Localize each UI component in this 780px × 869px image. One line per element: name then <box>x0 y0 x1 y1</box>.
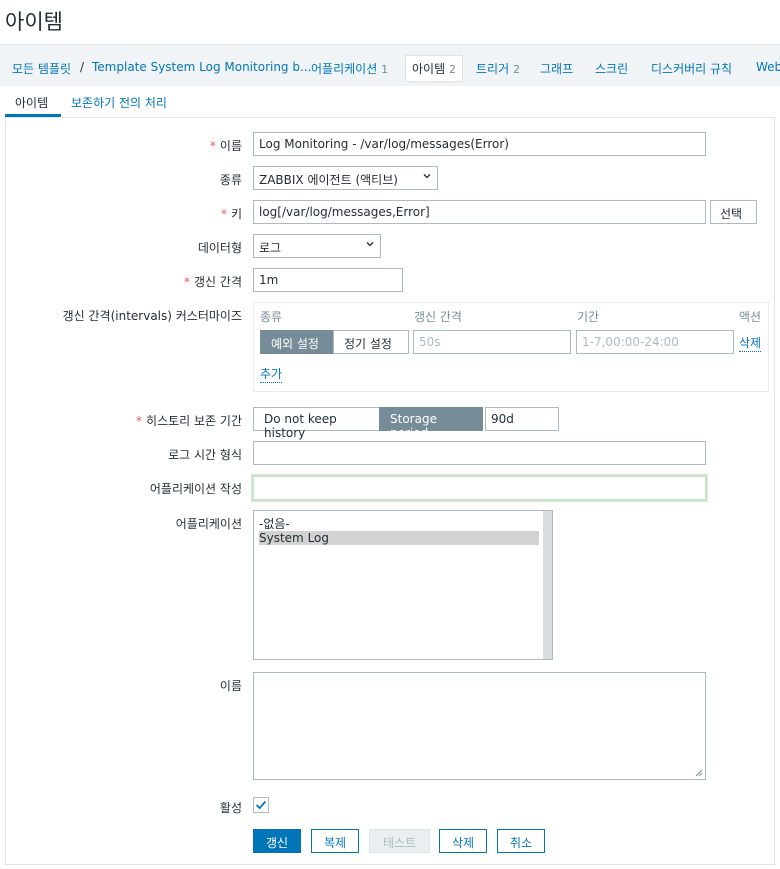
update-interval-input[interactable]: 1m <box>253 268 403 292</box>
type-select[interactable]: ZABBIX 에이전트 (액티브) <box>253 166 438 190</box>
interval-add-link[interactable]: 추가 <box>260 365 283 383</box>
breadcrumb-template[interactable]: Template System Log Monitoring b... <box>92 60 311 74</box>
chevron-down-icon <box>366 242 374 247</box>
key-select-button[interactable]: 선택 <box>710 200 757 224</box>
col-period-header: 기간 <box>577 310 600 324</box>
history-do-not-keep-toggle[interactable]: Do not keep history <box>253 407 380 440</box>
new-application-label: 어플리케이션 작성 <box>149 482 242 496</box>
col-action-header: 액션 <box>739 310 762 324</box>
interval-delay-placeholder: 50s <box>419 335 441 349</box>
tab-triggers-label: 트리거 <box>476 62 510 76</box>
subtab-preprocessing[interactable]: 보존하기 전의 처리 <box>71 94 167 111</box>
type-label: 종류 <box>219 173 242 187</box>
delete-button[interactable]: 삭제 <box>439 829 487 853</box>
interval-period-placeholder: 1-7,00:00-24:00 <box>582 335 679 349</box>
enabled-label: 활성 <box>219 801 242 815</box>
data-type-select[interactable]: 로그 <box>253 234 381 258</box>
interval-delay-input[interactable]: 50s <box>413 330 571 354</box>
tab-applications-label: 어플리케이션 <box>311 62 378 76</box>
applications-listbox[interactable]: -없음- System Log <box>253 510 553 660</box>
application-option-none[interactable]: -없음- <box>259 515 539 532</box>
custom-intervals-label: 갱신 간격(intervals) 커스터마이즈 <box>62 309 242 323</box>
history-storage-period-toggle[interactable]: Storage period <box>379 407 483 440</box>
page-title: 아이템 <box>5 10 63 34</box>
tab-triggers-count: 2 <box>512 63 520 76</box>
interval-remove-link[interactable]: 삭제 <box>739 334 762 352</box>
data-type-label: 데이터형 <box>197 241 242 255</box>
history-label: * 히스토리 보존 기간 <box>136 414 242 428</box>
type-select-value: ZABBIX 에이전트 (액티브) <box>259 173 398 187</box>
clone-button[interactable]: 복제 <box>311 829 359 853</box>
tab-graphs[interactable]: 그래프 <box>540 60 573 77</box>
listbox-scrollbar[interactable] <box>543 511 552 659</box>
new-application-input[interactable] <box>252 475 707 501</box>
checkmark-icon <box>256 800 267 810</box>
history-period-input[interactable]: 90d <box>485 407 559 431</box>
tab-screens[interactable]: 스크린 <box>595 60 628 77</box>
key-label: * 키 <box>220 207 242 221</box>
tab-applications[interactable]: 어플리케이션 1 <box>311 60 388 77</box>
application-option-system-log[interactable]: System Log <box>259 531 539 545</box>
tab-applications-count: 1 <box>381 63 389 76</box>
subtabs: 아이템 보존하기 전의 처리 <box>5 86 775 117</box>
log-time-format-input[interactable] <box>253 441 706 465</box>
tab-items-count: 2 <box>448 63 456 76</box>
col-type-header: 종류 <box>260 310 283 324</box>
scheduling-toggle[interactable]: 정기 설정 <box>333 330 409 354</box>
name-input[interactable]: Log Monitoring - /var/log/messages(Error… <box>253 132 706 156</box>
col-interval-header: 갱신 간격 <box>414 310 462 324</box>
tab-discovery-rules[interactable]: 디스커버리 규칙 <box>651 60 732 77</box>
subtab-item[interactable]: 아이템 <box>15 94 48 111</box>
name-label: * 이름 <box>209 139 242 153</box>
cancel-button[interactable]: 취소 <box>497 829 545 853</box>
tab-items-label: 아이템 <box>412 62 446 76</box>
update-button[interactable]: 갱신 <box>253 829 301 853</box>
tab-web[interactable]: Web <box>756 60 780 74</box>
flexible-toggle[interactable]: 예외 설정 <box>260 330 334 354</box>
tab-items[interactable]: 아이템 2 <box>405 55 463 82</box>
breadcrumb: 모든 템플릿 / Template System Log Monitoring … <box>0 44 780 86</box>
interval-period-input[interactable]: 1-7,00:00-24:00 <box>576 330 734 354</box>
test-button: 테스트 <box>369 829 430 853</box>
applications-label: 어플리케이션 <box>175 517 242 531</box>
description-label: 이름 <box>219 679 242 693</box>
resize-handle-icon[interactable] <box>695 769 703 777</box>
key-input[interactable]: log[/var/log/messages,Error] <box>253 200 706 224</box>
update-interval-label: * 갱신 간격 <box>184 275 242 289</box>
data-type-select-value: 로그 <box>259 241 282 255</box>
log-time-format-label: 로그 시간 형식 <box>168 448 242 462</box>
chevron-down-icon <box>423 174 431 179</box>
breadcrumb-separator: / <box>80 60 85 74</box>
breadcrumb-all-templates[interactable]: 모든 템플릿 <box>12 60 71 77</box>
custom-intervals-table: 종류 갱신 간격 기간 액션 예외 설정 정기 설정 50s 1-7,00:00… <box>253 302 769 392</box>
tab-triggers[interactable]: 트리거 2 <box>476 60 520 77</box>
description-textarea[interactable] <box>253 672 706 780</box>
enabled-checkbox[interactable] <box>253 797 269 813</box>
